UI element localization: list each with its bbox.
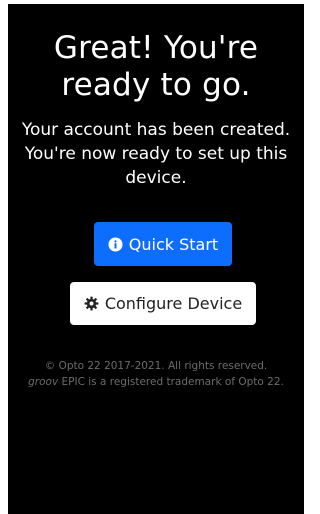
configure-device-button[interactable]: Configure Device [70, 282, 256, 325]
page-title: Great! You're ready to go. [53, 30, 259, 103]
quick-start-label: Quick Start [128, 234, 219, 254]
copyright-text: © Opto 22 2017-2021. All rights reserved… [44, 360, 268, 372]
brand-name: groov [28, 376, 59, 388]
trademark-line: EPIC is a registered trademark of Opto 2… [58, 376, 284, 388]
gear-icon [84, 296, 99, 311]
app-screen: Great! You're ready to go. Your account … [8, 4, 304, 514]
quick-start-button[interactable]: Quick Start [94, 222, 232, 266]
info-circle-icon [108, 236, 123, 252]
footer: © Opto 22 2017-2021. All rights reserved… [8, 358, 304, 390]
configure-device-label: Configure Device [104, 294, 243, 313]
page-subtitle: Your account has been created. You're no… [21, 120, 291, 188]
trademark-text: groov EPIC is a registered trademark of … [8, 374, 304, 390]
